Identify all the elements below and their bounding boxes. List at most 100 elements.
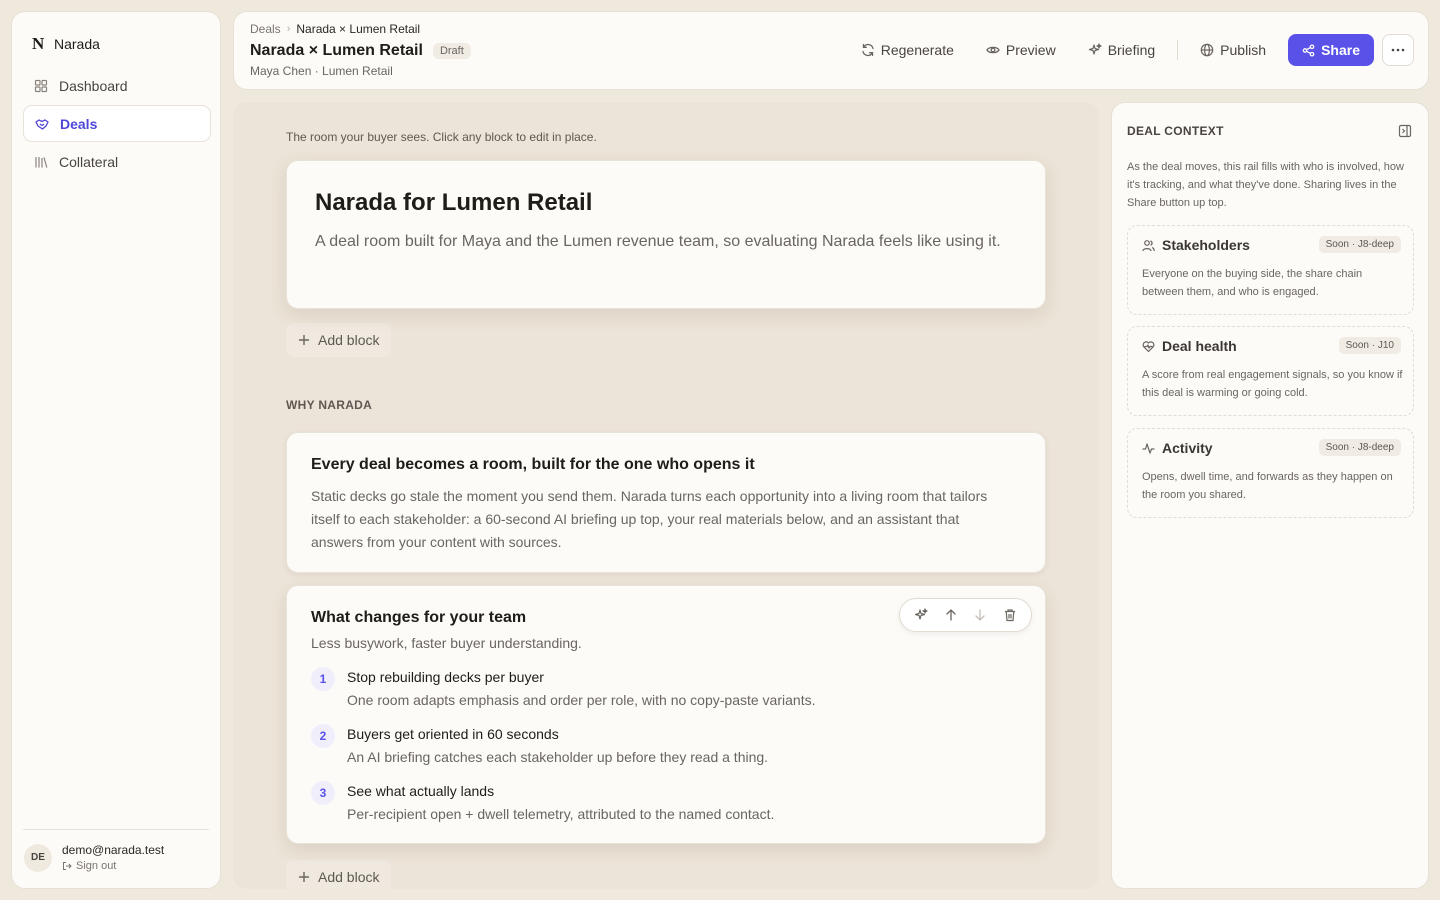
rail-intro: As the deal moves, this rail fills with … <box>1127 161 1404 209</box>
eye-icon <box>986 43 1000 57</box>
sign-out-link[interactable]: Sign out <box>62 860 164 872</box>
more-options-button[interactable] <box>1382 34 1414 66</box>
sidebar-item-label: Collateral <box>59 153 119 170</box>
step-description: An AI briefing catches each stakeholder … <box>347 749 769 765</box>
block-toolbar <box>899 598 1032 632</box>
preview-button[interactable]: Preview <box>970 34 1072 66</box>
breadcrumb-current: Narada × Lumen Retail <box>296 22 421 36</box>
status-badge: Soon · J8-deep <box>1318 439 1401 456</box>
arrow-up-icon <box>944 608 958 622</box>
breadcrumb: Deals › Narada × Lumen Retail <box>250 22 420 36</box>
why-block[interactable]: Every deal becomes a room, built for the… <box>286 432 1046 573</box>
hero-title[interactable]: Narada for Lumen Retail <box>315 189 592 217</box>
ellipsis-icon <box>1391 48 1405 52</box>
user-email: demo@narada.test <box>62 843 165 857</box>
block-title[interactable]: What changes for your team <box>311 609 526 627</box>
users-icon <box>1142 239 1155 252</box>
rail-title: DEAL CONTEXT <box>1127 124 1224 138</box>
list-item[interactable]: 2 Buyers get oriented in 60 seconds An A… <box>311 724 1011 774</box>
sidebar-item-collateral[interactable]: Collateral <box>23 143 211 180</box>
sign-out-icon <box>62 861 72 871</box>
app-name: Narada <box>54 36 100 52</box>
card-description: Opens, dwell time, and forwards as they … <box>1142 471 1393 501</box>
step-description: One room adapts emphasis and order per r… <box>347 692 816 708</box>
canvas-hint: The room your buyer sees. Click any bloc… <box>286 130 597 144</box>
sparkles-icon <box>914 608 928 622</box>
header-actions: Regenerate Preview Briefing Publish Shar… <box>845 34 1414 66</box>
publish-button[interactable]: Publish <box>1184 34 1282 66</box>
status-badge: Soon · J10 <box>1338 337 1401 354</box>
page-title: Narada × Lumen Retail <box>250 42 423 59</box>
step-title: Stop rebuilding decks per buyer <box>347 669 544 685</box>
share-icon <box>1302 43 1315 57</box>
preview-label: Preview <box>1005 42 1056 58</box>
regenerate-button[interactable]: Regenerate <box>845 34 970 66</box>
plus-icon <box>298 334 310 346</box>
avatar: DE <box>24 843 52 872</box>
globe-icon <box>1200 43 1214 57</box>
refresh-icon <box>861 43 875 57</box>
step-title: See what actually lands <box>347 783 495 799</box>
activity-icon <box>1142 442 1155 455</box>
publish-label: Publish <box>1220 42 1267 58</box>
divider <box>23 829 209 830</box>
add-block-label: Add block <box>318 869 380 885</box>
sidebar-item-label: Deals <box>60 115 98 132</box>
step-number: 1 <box>311 667 335 691</box>
step-description: Per-recipient open + dwell telemetry, at… <box>347 806 775 822</box>
brand[interactable]: N Narada <box>32 34 100 54</box>
sidebar-item-dashboard[interactable]: Dashboard <box>23 67 211 104</box>
grid-icon <box>34 79 48 93</box>
move-down-button[interactable] <box>968 603 992 627</box>
activity-card: Activity Soon · J8-deep Opens, dwell tim… <box>1127 428 1414 518</box>
deal-context-rail: DEAL CONTEXT As the deal moves, this rai… <box>1111 102 1429 889</box>
delete-block-button[interactable] <box>998 603 1022 627</box>
share-label: Share <box>1321 42 1360 58</box>
list-item[interactable]: 3 See what actually lands Per-recipient … <box>311 781 1011 831</box>
user-menu[interactable]: DE demo@narada.test Sign out <box>24 843 164 872</box>
card-title: Stakeholders <box>1162 237 1250 253</box>
add-block-button[interactable]: Add block <box>286 323 392 357</box>
sidebar-item-label: Dashboard <box>59 77 128 94</box>
card-description: Everyone on the buying side, the share c… <box>1142 268 1363 298</box>
stakeholders-card: Stakeholders Soon · J8-deep Everyone on … <box>1127 225 1414 315</box>
heart-pulse-icon <box>1142 340 1155 353</box>
block-title[interactable]: Every deal becomes a room, built for the… <box>311 456 755 474</box>
collapse-panel-icon[interactable] <box>1398 124 1412 138</box>
share-button[interactable]: Share <box>1288 34 1374 66</box>
hero-block[interactable]: Narada for Lumen Retail A deal room buil… <box>286 160 1046 309</box>
deal-health-card: Deal health Soon · J10 A score from real… <box>1127 326 1414 416</box>
card-title: Activity <box>1162 440 1213 456</box>
sidebar-item-deals[interactable]: Deals <box>23 105 211 142</box>
hero-text[interactable]: A deal room built for Maya and the Lumen… <box>315 229 1005 255</box>
move-up-button[interactable] <box>939 603 963 627</box>
sidebar: N Narada Dashboard Deals Collateral DE d… <box>11 11 221 889</box>
briefing-button[interactable]: Briefing <box>1072 34 1171 66</box>
library-icon <box>34 155 48 169</box>
trash-icon <box>1003 608 1017 622</box>
chevron-right-icon: › <box>286 23 291 35</box>
regenerate-label: Regenerate <box>880 42 954 58</box>
list-item[interactable]: 1 Stop rebuilding decks per buyer One ro… <box>311 667 1011 717</box>
step-number: 2 <box>311 724 335 748</box>
changes-block[interactable]: What changes for your team Less busywork… <box>286 585 1046 844</box>
block-text[interactable]: Static decks go stale the moment you sen… <box>311 485 1011 554</box>
block-subtitle[interactable]: Less busywork, faster buyer understandin… <box>311 635 582 651</box>
divider <box>1177 40 1179 60</box>
plus-icon <box>298 871 310 883</box>
ai-rewrite-button[interactable] <box>909 603 933 627</box>
briefing-label: Briefing <box>1107 42 1156 58</box>
sign-out-label: Sign out <box>76 860 117 872</box>
step-number: 3 <box>311 781 335 805</box>
deal-subtitle: Maya Chen · Lumen Retail <box>250 64 393 78</box>
arrow-down-icon <box>973 608 987 622</box>
status-badge: Draft <box>432 43 471 59</box>
card-description: A score from real engagement signals, so… <box>1142 369 1403 399</box>
top-bar: Deals › Narada × Lumen Retail Narada × L… <box>233 11 1429 90</box>
logo-icon: N <box>32 34 45 53</box>
room-canvas: The room your buyer sees. Click any bloc… <box>233 102 1099 889</box>
breadcrumb-deals[interactable]: Deals <box>250 22 281 36</box>
add-block-button[interactable]: Add block <box>286 860 392 889</box>
section-label: WHY NARADA <box>286 398 373 412</box>
add-block-label: Add block <box>318 332 380 348</box>
